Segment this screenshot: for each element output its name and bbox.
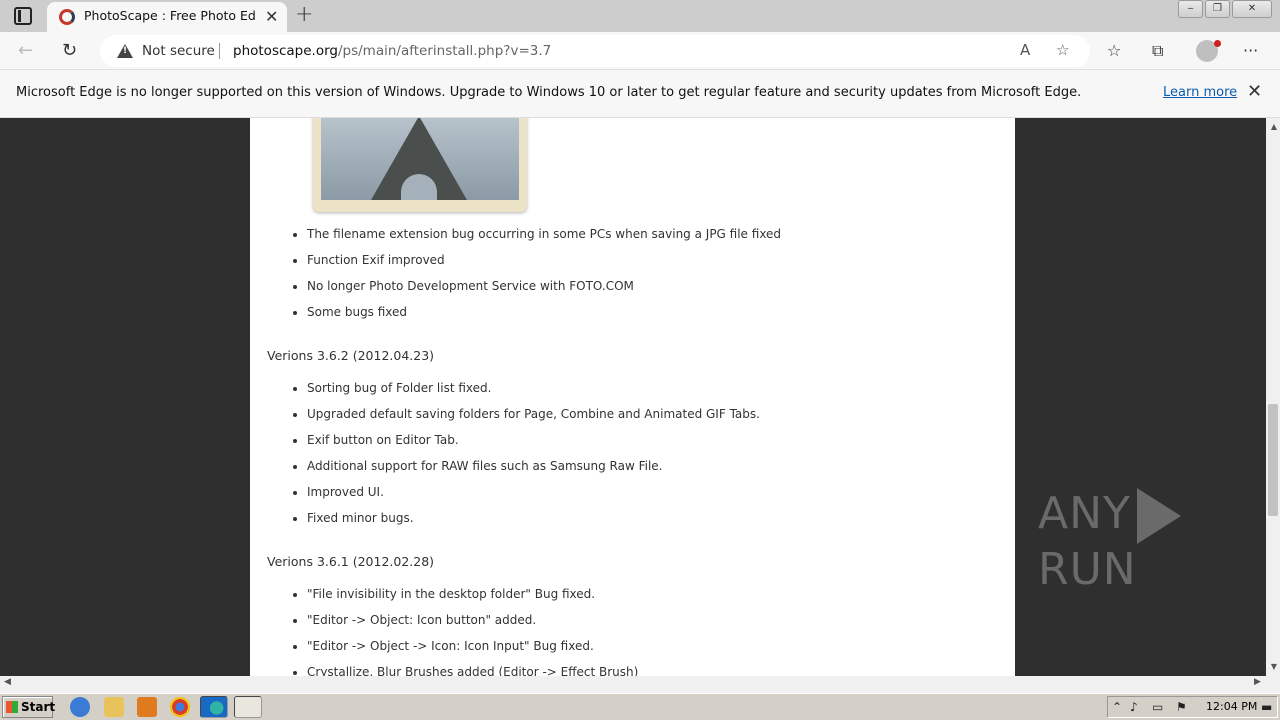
unsupported-infobar: Microsoft Edge is no longer supported on… — [0, 70, 1280, 118]
window-controls: ‒ ❐ ✕ — [1176, 0, 1272, 18]
list-item: Crystallize, Blur Brushes added (Editor … — [307, 665, 638, 676]
collections-icon[interactable]: ⧉ — [1152, 41, 1163, 61]
watermark-right: RUN — [1038, 544, 1137, 595]
list-item: Exif button on Editor Tab. — [307, 433, 760, 459]
add-favorite-icon[interactable]: ☆ — [1056, 41, 1069, 59]
media-player-icon[interactable] — [137, 697, 157, 717]
list-item: Fixed minor bugs. — [307, 511, 760, 537]
browser-toolbar: ← ↻ Not secure photoscape.org/ps/main/af… — [0, 32, 1280, 70]
start-button[interactable]: Start — [2, 696, 55, 718]
warning-icon[interactable] — [117, 44, 133, 58]
back-button[interactable]: ← — [18, 40, 33, 61]
list-item: Function Exif improved — [307, 253, 781, 279]
list-item: "File invisibility in the desktop folder… — [307, 587, 638, 613]
list-item: "Editor -> Object -> Icon: Icon Input" B… — [307, 639, 638, 665]
vertical-scrollbar[interactable]: ▲ ▼ — [1266, 118, 1280, 676]
tab-actions-icon[interactable] — [14, 7, 32, 25]
infobar-close-icon[interactable]: ✕ — [1247, 81, 1262, 102]
minimize-button[interactable]: ‒ — [1178, 0, 1203, 18]
close-window-button[interactable]: ✕ — [1232, 0, 1272, 18]
list-item: The filename extension bug occurring in … — [307, 227, 781, 253]
address-bar[interactable]: Not secure photoscape.org/ps/main/afteri… — [100, 35, 1090, 67]
changes-list-3-6-2: Sorting bug of Folder list fixed. Upgrad… — [283, 381, 760, 537]
photo-image — [321, 118, 519, 200]
eiffel-tower-photo — [313, 118, 527, 212]
volume-icon[interactable]: ♪ — [1130, 700, 1138, 714]
learn-more-link[interactable]: Learn more — [1163, 85, 1237, 100]
page-content: The filename extension bug occurring in … — [250, 118, 1015, 676]
reload-button[interactable]: ↻ — [62, 40, 77, 61]
photoscape-favicon-icon — [59, 9, 75, 25]
list-item: Some bugs fixed — [307, 305, 781, 331]
new-tab-button[interactable]: + — [295, 2, 313, 27]
show-desktop-icon[interactable]: ▬ — [1261, 700, 1272, 714]
tab-photoscape[interactable]: PhotoScape : Free Photo Editing ✕ — [47, 2, 287, 32]
action-center-flag-icon[interactable]: ⚑ — [1176, 700, 1187, 714]
list-item: No longer Photo Development Service with… — [307, 279, 781, 305]
photoscape-task-icon[interactable] — [234, 696, 262, 718]
favorites-icon[interactable]: ☆ — [1107, 41, 1121, 60]
list-item: Improved UI. — [307, 485, 760, 511]
scroll-thumb[interactable] — [1268, 404, 1278, 516]
restore-button[interactable]: ❐ — [1205, 0, 1230, 18]
security-label[interactable]: Not secure — [142, 43, 215, 59]
scroll-down-icon[interactable]: ▼ — [1271, 662, 1277, 671]
changes-list-3-7: The filename extension bug occurring in … — [283, 227, 781, 331]
tab-close-icon[interactable]: ✕ — [265, 7, 278, 26]
tray-expand-icon[interactable]: ⌃ — [1112, 700, 1122, 714]
explorer-folder-icon[interactable] — [104, 697, 124, 717]
changes-list-3-6-1: "File invisibility in the desktop folder… — [283, 587, 638, 676]
url-host: photoscape.org — [233, 43, 338, 59]
scroll-up-icon[interactable]: ▲ — [1271, 122, 1277, 131]
ie-icon[interactable] — [70, 697, 90, 717]
list-item: Additional support for RAW files such as… — [307, 459, 760, 485]
tab-title: PhotoScape : Free Photo Editing — [84, 8, 256, 23]
list-item: "Editor -> Object: Icon button" added. — [307, 613, 638, 639]
list-item: Sorting bug of Folder list fixed. — [307, 381, 760, 407]
version-heading-3-6-1: Verions 3.6.1 (2012.02.28) — [267, 554, 435, 569]
version-heading-3-6-2: Verions 3.6.2 (2012.04.23) — [267, 348, 435, 363]
list-item: Upgraded default saving folders for Page… — [307, 407, 760, 433]
play-icon — [1136, 488, 1181, 544]
scroll-right-icon[interactable]: ▶ — [1254, 677, 1261, 687]
windows-taskbar: Start ⌃ ♪ ▭ ⚑ 12:04 PM ▬ — [0, 693, 1280, 720]
scroll-left-icon[interactable]: ◀ — [4, 677, 11, 687]
taskbar-clock[interactable]: 12:04 PM — [1206, 700, 1257, 713]
chrome-icon[interactable] — [170, 697, 190, 717]
read-aloud-icon[interactable]: A — [1020, 41, 1030, 59]
profile-avatar[interactable] — [1196, 40, 1221, 62]
settings-menu-icon[interactable]: ··· — [1243, 41, 1258, 60]
watermark-left: ANY — [1038, 488, 1131, 539]
title-bar: PhotoScape : Free Photo Editing ✕ + ‒ ❐ … — [0, 0, 1280, 32]
address-separator — [219, 43, 220, 59]
infobar-message: Microsoft Edge is no longer supported on… — [16, 85, 1082, 100]
network-icon[interactable]: ▭ — [1152, 700, 1163, 714]
edge-icon[interactable] — [200, 696, 228, 718]
url-path: /ps/main/afterinstall.php?v=3.7 — [337, 43, 552, 59]
system-tray: ⌃ ♪ ▭ ⚑ 12:04 PM ▬ — [1107, 696, 1278, 718]
anyrun-watermark: ANYRUN — [1038, 488, 1280, 595]
url-text[interactable]: photoscape.org/ps/main/afterinstall.php?… — [233, 43, 551, 59]
horizontal-scrollbar[interactable]: ◀ ▶ — [0, 676, 1266, 690]
